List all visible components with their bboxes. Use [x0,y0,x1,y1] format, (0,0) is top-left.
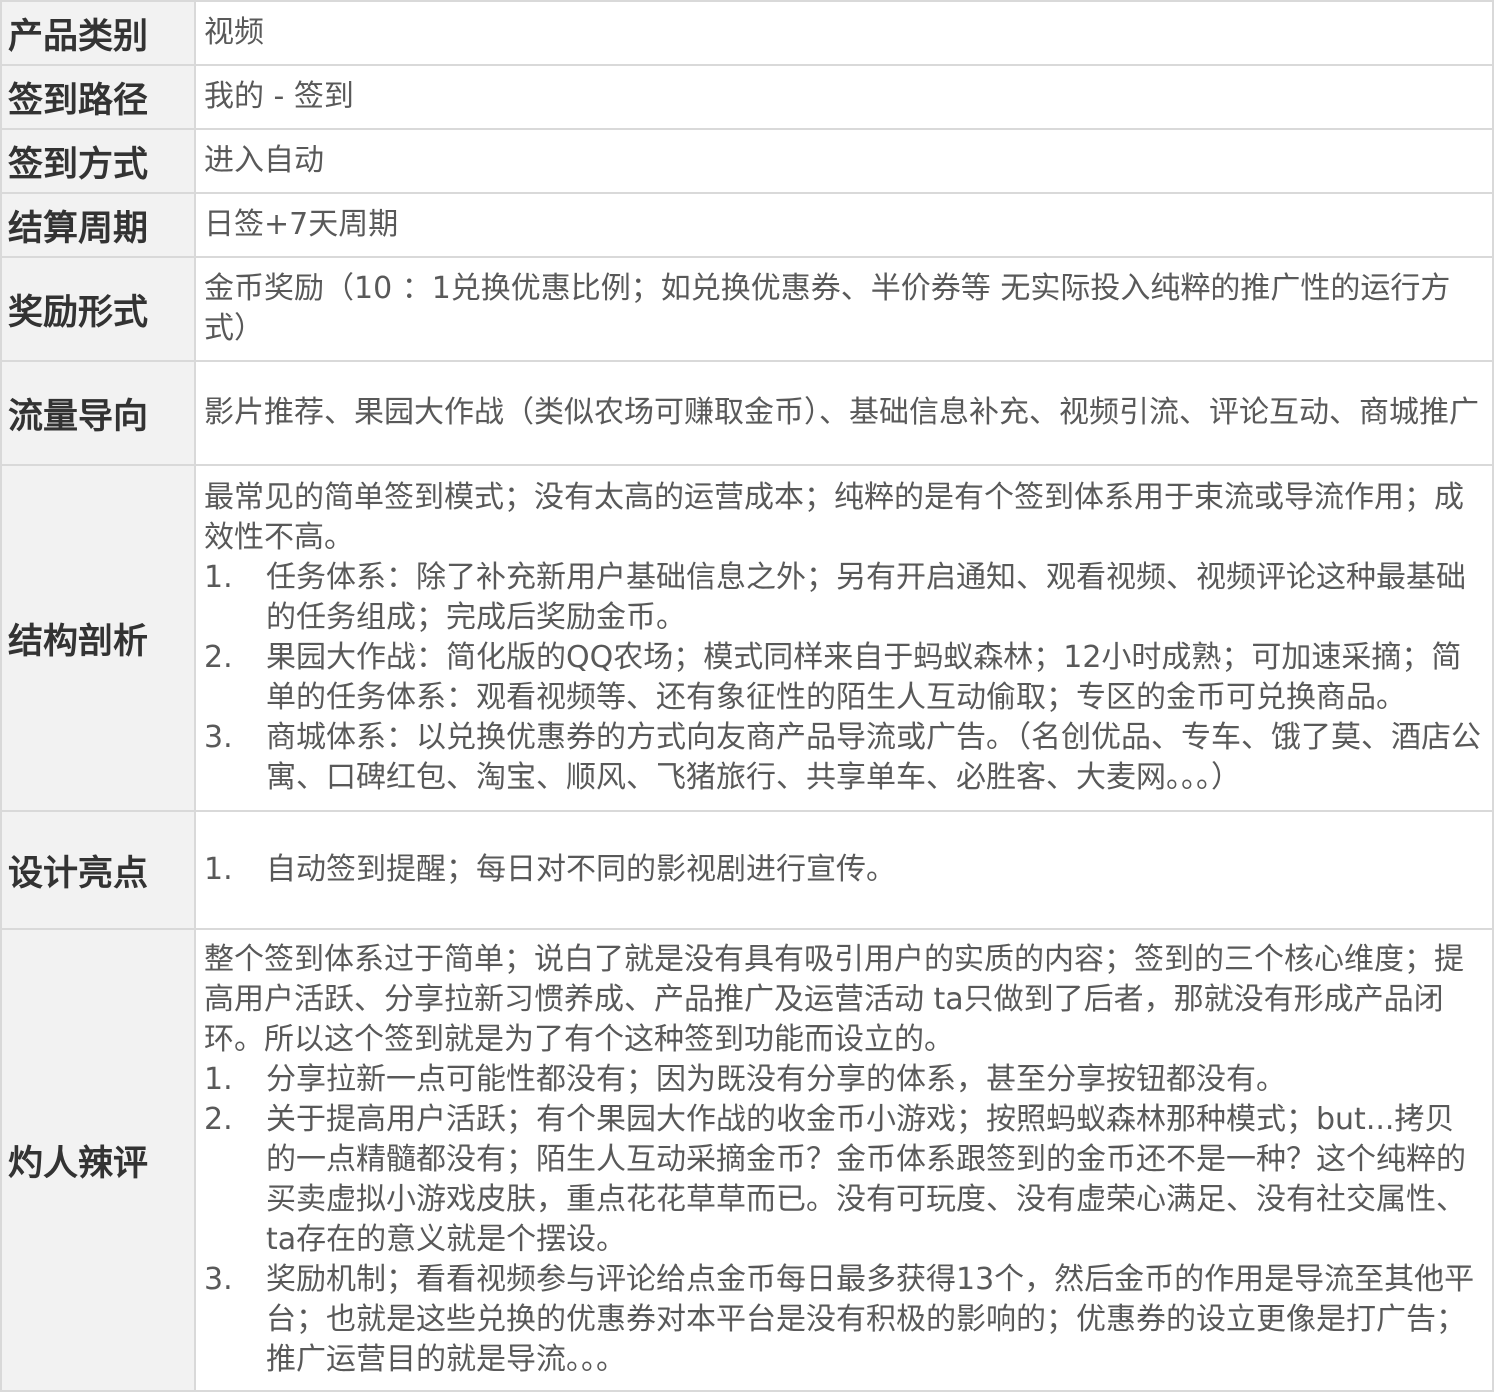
row-value: 最常见的简单签到模式；没有太高的运营成本；纯粹的是有个签到体系用于束流或导流作用… [194,464,1494,812]
list-text: 分享拉新一点可能性都没有；因为既没有分享的体系，甚至分享按钮都没有。 [266,1062,1286,1097]
table-row: 结算周期 日签+7天周期 [0,192,1494,258]
row-value: 我的 - 签到 [194,64,1494,130]
row-value: 日签+7天周期 [194,192,1494,258]
list-item: 1. 分享拉新一点可能性都没有；因为既没有分享的体系，甚至分享按钮都没有。 [204,1060,1484,1100]
row-value: 视频 [194,0,1494,66]
list-text: 奖励机制；看看视频参与评论给点金币每日最多获得13个，然后金币的作用是导流至其他… [266,1262,1475,1377]
table-row: 产品类别 视频 [0,0,1494,66]
row-label: 产品类别 [0,0,196,66]
table-row: 结构剖析 最常见的简单签到模式；没有太高的运营成本；纯粹的是有个签到体系用于束流… [0,464,1494,812]
row-label: 签到方式 [0,128,196,194]
list-number: 3. [204,720,233,755]
intro-paragraph: 最常见的简单签到模式；没有太高的运营成本；纯粹的是有个签到体系用于束流或导流作用… [204,480,1464,555]
table-row: 灼人辣评 整个签到体系过于简单；说白了就是没有具有吸引用户的实质的内容；签到的三… [0,928,1494,1392]
list-text: 自动签到提醒；每日对不同的影视剧进行宣传。 [266,852,896,887]
list-text: 商城体系：以兑换优惠券的方式向友商产品导流或广告。（名创优品、专车、饿了莫、酒店… [266,720,1481,795]
list-item: 1. 自动签到提醒；每日对不同的影视剧进行宣传。 [204,850,1484,890]
list-number: 2. [204,1102,233,1137]
signin-analysis-table: 产品类别 视频 签到路径 我的 - 签到 签到方式 进入自动 结算周期 日签+7… [0,0,1494,1392]
list-number: 2. [204,640,233,675]
row-value: 进入自动 [194,128,1494,194]
row-label: 结算周期 [0,192,196,258]
row-label: 签到路径 [0,64,196,130]
list-text: 果园大作战：简化版的QQ农场；模式同样来自于蚂蚁森林；12小时成熟；可加速采摘；… [266,640,1462,715]
list-text: 关于提高用户活跃；有个果园大作战的收金币小游戏；按照蚂蚁森林那种模式；but..… [266,1102,1466,1257]
table-row: 签到路径 我的 - 签到 [0,64,1494,130]
list-item: 3. 商城体系：以兑换优惠券的方式向友商产品导流或广告。（名创优品、专车、饿了莫… [204,718,1484,798]
list-item: 1. 任务体系：除了补充新用户基础信息之外；另有开启通知、观看视频、视频评论这种… [204,558,1484,638]
row-label: 灼人辣评 [0,928,196,1392]
table-row: 奖励形式 金币奖励（10 ：1兑换优惠比例；如兑换优惠券、半价券等 无实际投入纯… [0,256,1494,362]
list-number: 3. [204,1262,233,1297]
intro-paragraph: 整个签到体系过于简单；说白了就是没有具有吸引用户的实质的内容；签到的三个核心维度… [204,942,1464,1057]
row-value: 金币奖励（10 ：1兑换优惠比例；如兑换优惠券、半价券等 无实际投入纯粹的推广性… [194,256,1494,362]
table-row: 设计亮点 1. 自动签到提醒；每日对不同的影视剧进行宣传。 [0,810,1494,930]
list-text: 任务体系：除了补充新用户基础信息之外；另有开启通知、观看视频、视频评论这种最基础… [266,560,1466,635]
row-value: 影片推荐、果园大作战（类似农场可赚取金币）、基础信息补充、视频引流、评论互动、商… [194,360,1494,466]
list-number: 1. [204,560,233,595]
row-label: 流量导向 [0,360,196,466]
list-number: 1. [204,852,233,887]
row-label: 设计亮点 [0,810,196,930]
table-row: 流量导向 影片推荐、果园大作战（类似农场可赚取金币）、基础信息补充、视频引流、评… [0,360,1494,466]
list-number: 1. [204,1062,233,1097]
row-label: 结构剖析 [0,464,196,812]
list-item: 2. 果园大作战：简化版的QQ农场；模式同样来自于蚂蚁森林；12小时成熟；可加速… [204,638,1484,718]
table-row: 签到方式 进入自动 [0,128,1494,194]
row-value: 1. 自动签到提醒；每日对不同的影视剧进行宣传。 [194,810,1494,930]
row-value: 整个签到体系过于简单；说白了就是没有具有吸引用户的实质的内容；签到的三个核心维度… [194,928,1494,1392]
row-label: 奖励形式 [0,256,196,362]
list-item: 2. 关于提高用户活跃；有个果园大作战的收金币小游戏；按照蚂蚁森林那种模式；bu… [204,1100,1484,1260]
list-item: 3. 奖励机制；看看视频参与评论给点金币每日最多获得13个，然后金币的作用是导流… [204,1260,1484,1380]
